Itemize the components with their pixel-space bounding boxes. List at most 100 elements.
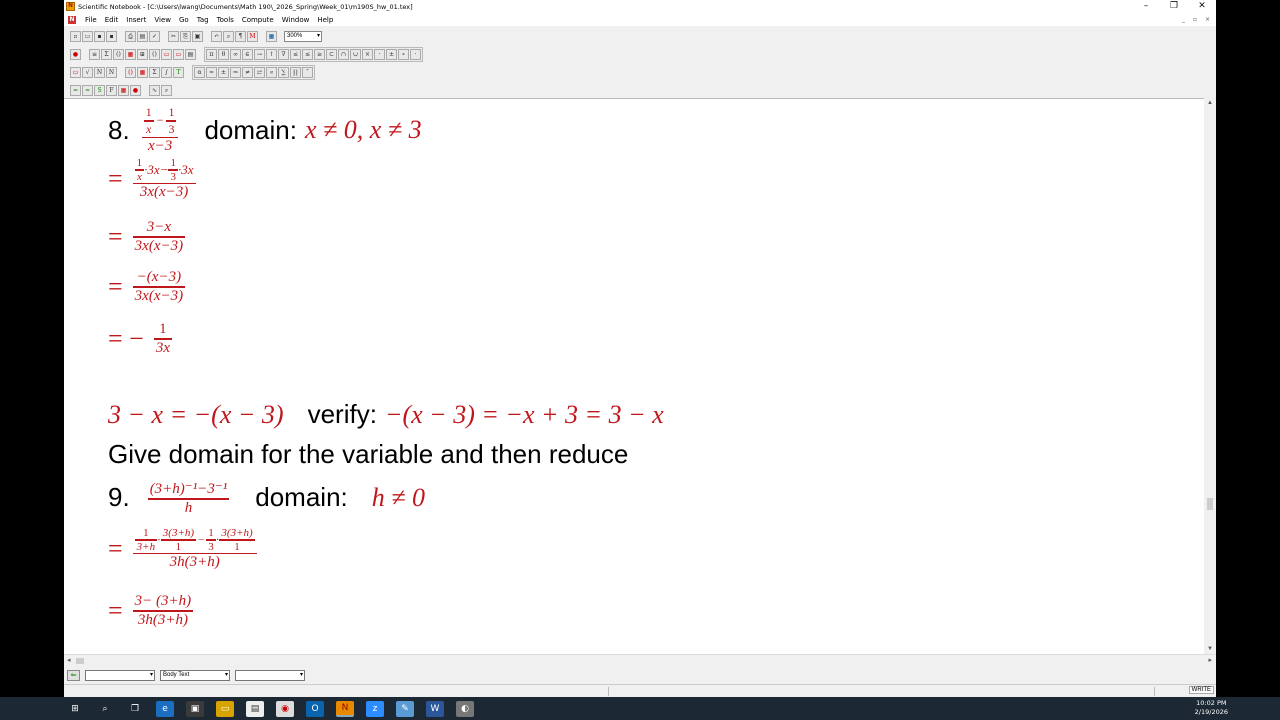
paragraph-marks-icon[interactable]: ¶	[235, 30, 246, 42]
matrix-icon[interactable]: ▦	[125, 48, 136, 60]
paint-icon[interactable]: ◐	[456, 700, 474, 717]
save-all-icon[interactable]: ▪	[106, 30, 117, 42]
simplify-icon[interactable]: S	[94, 84, 105, 96]
mdi-minimize-icon[interactable]: _	[1182, 16, 1185, 23]
fence-icon[interactable]: ()	[113, 48, 124, 60]
times-symbol-icon[interactable]: ×	[362, 48, 373, 60]
operator-icon[interactable]: ▤	[185, 48, 196, 60]
menu-view[interactable]: View	[150, 16, 175, 24]
cut-icon[interactable]: ✂	[168, 30, 179, 42]
minimize-button[interactable]: –	[1132, 0, 1160, 13]
rel-1-icon[interactable]: α	[194, 66, 205, 78]
chrome-icon[interactable]: ◉	[276, 700, 294, 717]
rel-8-icon[interactable]: ∑	[278, 66, 289, 78]
rel-7-icon[interactable]: ∝	[266, 66, 277, 78]
windows-start-icon[interactable]: ⊞	[66, 701, 84, 717]
zoom-select[interactable]: 300%	[284, 30, 322, 42]
menu-edit[interactable]: Edit	[101, 16, 123, 24]
rel-6-icon[interactable]: ⇄	[254, 66, 265, 78]
store-icon[interactable]: ▣	[186, 700, 204, 717]
pm-symbol-icon[interactable]: ±	[386, 48, 397, 60]
plot-icon[interactable]: ∿	[149, 84, 160, 96]
brackets-icon[interactable]: ()	[149, 48, 160, 60]
parentheses-icon[interactable]: ()	[125, 66, 136, 78]
scroll-left-icon[interactable]: ◂	[67, 656, 71, 664]
scroll-up-icon[interactable]: ▲	[1207, 100, 1213, 106]
sigma-icon[interactable]: Σ	[149, 66, 160, 78]
arrow-right-symbol-icon[interactable]: →	[254, 48, 265, 60]
cup-symbol-icon[interactable]: ∪	[350, 48, 361, 60]
stop-compute-icon[interactable]: ●	[130, 84, 141, 96]
word-icon[interactable]: W	[426, 700, 444, 717]
rel-2-icon[interactable]: ≈	[206, 66, 217, 78]
body-tag-select[interactable]: Body Text	[160, 669, 230, 681]
remove-tag-icon[interactable]: ⇐	[67, 669, 80, 681]
menu-go[interactable]: Go	[175, 16, 193, 24]
nabla-symbol-icon[interactable]: ∇	[278, 48, 289, 60]
fraction-icon[interactable]: ▭	[70, 66, 81, 78]
superscript-icon[interactable]: N	[94, 66, 105, 78]
menu-insert[interactable]: Insert	[122, 16, 150, 24]
rel-10-icon[interactable]: ″	[302, 66, 313, 78]
rel-9-icon[interactable]: ∏	[290, 66, 301, 78]
search-icon[interactable]: ⌕	[96, 701, 114, 717]
copy-icon[interactable]: ⎘	[180, 30, 191, 42]
notepad-icon[interactable]: ▤	[246, 700, 264, 717]
menu-help[interactable]: Help	[313, 16, 337, 24]
subset-symbol-icon[interactable]: ⊂	[326, 48, 337, 60]
stop-icon[interactable]: ●	[70, 48, 81, 60]
factor-icon[interactable]: F	[106, 84, 117, 96]
menu-file[interactable]: File	[81, 16, 101, 24]
cap-symbol-icon[interactable]: ∩	[338, 48, 349, 60]
menu-window[interactable]: Window	[278, 16, 314, 24]
zoom-app-icon[interactable]: z	[366, 700, 384, 717]
scroll-down-icon[interactable]: ▼	[1207, 646, 1213, 652]
box-icon[interactable]: ▭	[161, 48, 172, 60]
find-icon[interactable]: ⌕	[223, 30, 234, 42]
arrow-up-symbol-icon[interactable]: ↑	[266, 48, 277, 60]
snipping-tool-icon[interactable]: ✎	[396, 700, 414, 717]
table-icon[interactable]: ▦	[266, 30, 277, 42]
new-file-icon[interactable]: ▫	[70, 30, 81, 42]
rel-3-icon[interactable]: ±	[218, 66, 229, 78]
edge-icon[interactable]: e	[156, 700, 174, 717]
pi-symbol-icon[interactable]: π	[206, 48, 217, 60]
item-tag-select[interactable]	[235, 669, 305, 681]
mdi-close-icon[interactable]: ×	[1205, 16, 1210, 23]
preview-icon[interactable]: ▤	[137, 30, 148, 42]
evaluate-numeric-icon[interactable]: ≈	[82, 84, 93, 96]
restore-button[interactable]: ❐	[1160, 0, 1188, 13]
menu-tag[interactable]: Tag	[193, 16, 213, 24]
spell-check-icon[interactable]: ✓	[149, 30, 160, 42]
print-icon[interactable]: ⎙	[125, 30, 136, 42]
evaluate-icon[interactable]: ≡	[89, 48, 100, 60]
leq-symbol-icon[interactable]: ≤	[290, 48, 301, 60]
matrix-template-icon[interactable]: ▦	[137, 66, 148, 78]
theta-symbol-icon[interactable]: θ	[218, 48, 229, 60]
scroll-right-icon[interactable]: ▸	[1208, 656, 1212, 664]
binom-icon[interactable]: ⊞	[137, 48, 148, 60]
save-icon[interactable]: ▪	[94, 30, 105, 42]
section-tag-select[interactable]	[85, 669, 155, 681]
task-view-icon[interactable]: ❐	[126, 701, 144, 717]
rel-4-icon[interactable]: ⇒	[230, 66, 241, 78]
plot-2d-icon[interactable]: ▦	[118, 84, 129, 96]
rel-5-icon[interactable]: ≠	[242, 66, 253, 78]
geq-symbol-icon[interactable]: ≥	[314, 48, 325, 60]
file-explorer-icon[interactable]: ▭	[216, 700, 234, 717]
vertical-scrollbar[interactable]: ▲ ▼	[1204, 98, 1216, 654]
radical-icon[interactable]: √	[82, 66, 93, 78]
horizontal-scroll-thumb[interactable]	[76, 658, 84, 664]
horizontal-scrollbar[interactable]: ◂ ▸	[64, 654, 1216, 666]
paste-icon[interactable]: ▣	[192, 30, 203, 42]
scientific-notebook-taskbar-icon[interactable]: N	[336, 700, 354, 717]
evaluate-compute-icon[interactable]: =	[70, 84, 81, 96]
document-icon[interactable]: N	[68, 15, 76, 24]
open-file-icon[interactable]: ▭	[82, 30, 93, 42]
label-icon[interactable]: ▭	[173, 48, 184, 60]
leq2-symbol-icon[interactable]: ≤	[302, 48, 313, 60]
menu-tools[interactable]: Tools	[213, 16, 238, 24]
sum-icon[interactable]: Σ	[101, 48, 112, 60]
system-clock[interactable]: 10:02 PM 2/19/2026	[1195, 699, 1228, 717]
menu-compute[interactable]: Compute	[238, 16, 278, 24]
